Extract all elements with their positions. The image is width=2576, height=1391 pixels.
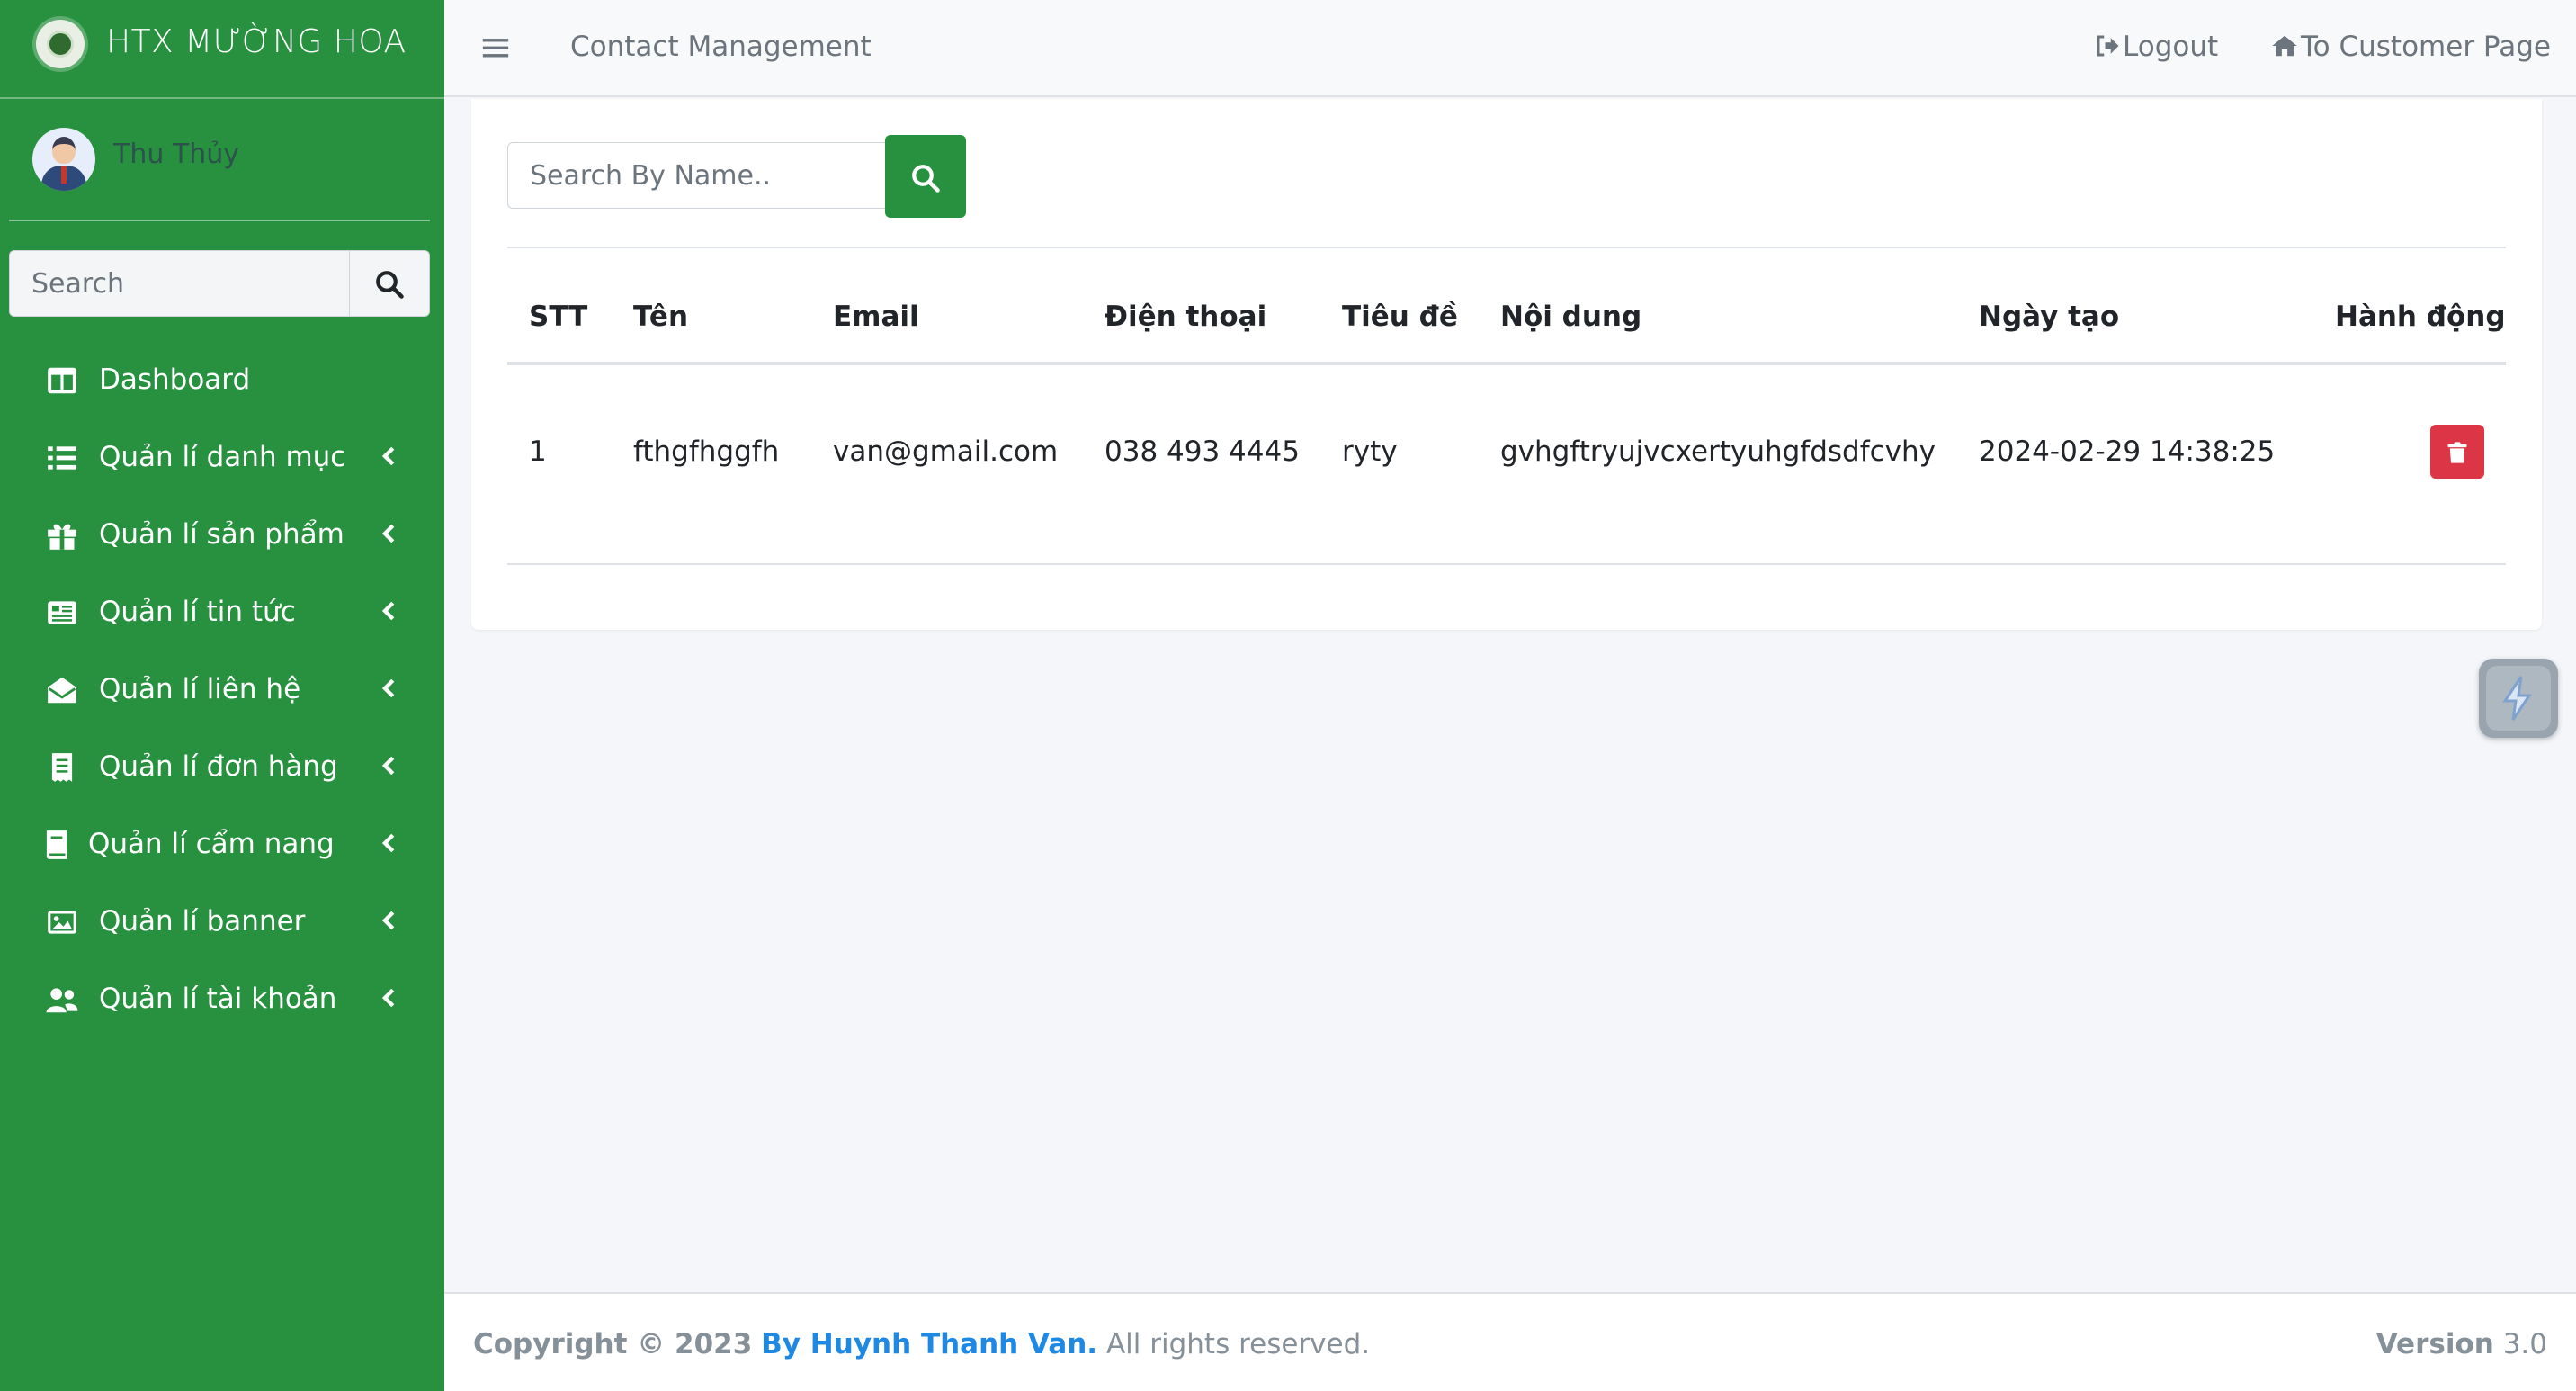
sidebar-item-categories[interactable]: Quản lí danh mục (9, 419, 430, 497)
chevron-left-icon (381, 601, 395, 621)
top-navbar: Contact Management Logout To Customer Pa… (444, 0, 2576, 97)
sidebar-item-label: Quản lí tài khoản (99, 983, 337, 1015)
brand-text: HTX MƯỜNG HOA (106, 23, 407, 60)
search-icon (376, 270, 404, 299)
sidebar-item-label: Quản lí danh mục (99, 441, 346, 473)
sidebar-item-label: Quản lí cẩm nang (88, 828, 335, 860)
avatar[interactable] (32, 128, 95, 191)
version-label: Version (2375, 1328, 2494, 1360)
envelope-open-icon (48, 677, 76, 704)
menu-toggle-icon[interactable] (480, 32, 511, 63)
search-icon (912, 164, 940, 193)
chevron-left-icon (381, 678, 395, 698)
list-icon (48, 446, 76, 470)
image-icon (48, 911, 76, 934)
chevron-left-icon (381, 911, 395, 930)
search-button[interactable] (885, 135, 966, 218)
sign-out-icon (2097, 35, 2119, 57)
cell-stt: 1 (529, 435, 547, 468)
chevron-left-icon (381, 988, 395, 1008)
sidebar-item-contacts[interactable]: Quản lí liên hệ (9, 651, 430, 729)
home-icon (2272, 35, 2297, 57)
customer-page-link[interactable]: To Customer Page (2270, 31, 2551, 63)
column-header-email: Email (833, 301, 919, 333)
sidebar-item-products[interactable]: Quản lí sản phẩm (9, 497, 430, 574)
sidebar-item-accounts[interactable]: Quản lí tài khoản (9, 961, 430, 1038)
delete-button[interactable] (2430, 425, 2484, 479)
search-by-name-input[interactable] (507, 142, 885, 209)
brand-link[interactable]: HTX MƯỜNG HOA (0, 0, 444, 99)
footer: Copyright © 2023 By Huynh Thanh Van. All… (444, 1292, 2576, 1391)
column-header-created: Ngày tạo (1979, 301, 2120, 333)
chevron-left-icon (381, 446, 395, 466)
cell-created: 2024-02-29 14:38:25 (1979, 435, 2276, 468)
chevron-left-icon (381, 756, 395, 776)
cell-subject: ryty (1342, 435, 1398, 468)
lightning-icon (2502, 676, 2532, 721)
logout-link[interactable]: Logout (2094, 31, 2218, 63)
user-panel: Thu Thủy (9, 99, 430, 221)
sidebar: HTX MƯỜNG HOA Thu Thủy Dashboard (0, 0, 444, 1391)
trash-icon (2447, 441, 2467, 463)
newspaper-icon (48, 601, 76, 624)
logout-label: Logout (2123, 31, 2219, 63)
brand-logo (36, 20, 85, 68)
copyright-label: Copyright © 2023 (473, 1328, 753, 1360)
receipt-icon (51, 753, 73, 782)
floating-helper-button[interactable] (2479, 659, 2558, 738)
divider (507, 563, 2506, 565)
chevron-left-icon (381, 524, 395, 543)
gift-icon (48, 524, 76, 550)
user-name[interactable]: Thu Thủy (113, 139, 239, 170)
chevron-left-icon (381, 833, 395, 853)
contact-card: STT Tên Email Điện thoại Tiêu đề Nội dun… (471, 99, 2542, 630)
page-title[interactable]: Contact Management (570, 31, 872, 63)
sidebar-item-label: Quản lí liên hệ (99, 673, 301, 705)
sidebar-item-handbook[interactable]: Quản lí cẩm nang (9, 806, 430, 884)
sidebar-item-label: Dashboard (99, 363, 251, 396)
version-value: 3.0 (2502, 1328, 2547, 1360)
version-text: Version 3.0 (2376, 1328, 2547, 1360)
sidebar-item-orders[interactable]: Quản lí đơn hàng (9, 729, 430, 806)
copyright-text: Copyright © 2023 By Huynh Thanh Van. All… (473, 1328, 1370, 1360)
column-header-name: Tên (633, 301, 689, 333)
sidebar-search-input[interactable] (9, 250, 349, 317)
sidebar-item-news[interactable]: Quản lí tin tức (9, 574, 430, 651)
divider (507, 247, 2506, 248)
author-link[interactable]: By Huynh Thanh Van. (761, 1328, 1097, 1360)
sidebar-item-label: Quản lí sản phẩm (99, 518, 344, 551)
column-header-action: Hành động (2335, 301, 2506, 333)
sidebar-search-button[interactable] (349, 250, 430, 317)
book-icon (46, 830, 67, 859)
column-header-content: Nội dung (1500, 301, 1642, 333)
table-header-divider (507, 362, 2506, 365)
sidebar-item-label: Quản lí banner (99, 905, 306, 938)
contact-search (507, 135, 966, 218)
sidebar-item-dashboard[interactable]: Dashboard (9, 342, 430, 419)
column-header-stt: STT (529, 301, 588, 333)
rights-text: All rights reserved. (1105, 1328, 1371, 1360)
cell-phone: 038 493 4445 (1105, 435, 1300, 468)
columns-icon (48, 367, 76, 394)
sidebar-item-label: Quản lí đơn hàng (99, 750, 338, 783)
cell-email: van@gmail.com (833, 435, 1059, 468)
users-icon (46, 988, 78, 1013)
customer-page-label: To Customer Page (2301, 31, 2551, 63)
column-header-subject: Tiêu đề (1342, 301, 1458, 333)
sidebar-search (9, 250, 430, 317)
column-header-phone: Điện thoại (1105, 301, 1267, 333)
sidebar-menu: Dashboard Quản lí danh mục Quản lí sản p… (9, 342, 430, 1038)
cell-name: fthgfhggfh (633, 435, 780, 468)
sidebar-item-label: Quản lí tin tức (99, 596, 296, 628)
sidebar-item-banner[interactable]: Quản lí banner (9, 884, 430, 961)
cell-content: gvhgftryujvcxertyuhgfdsdfcvhy (1500, 435, 1936, 468)
